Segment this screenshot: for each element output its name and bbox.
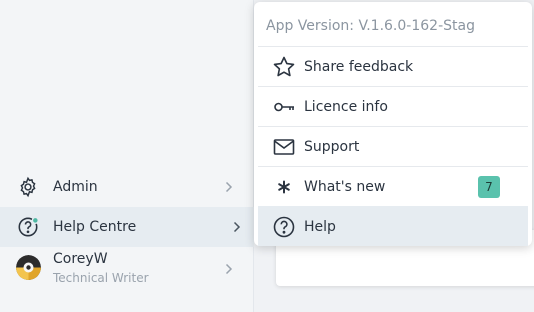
help-circle-icon [17, 216, 39, 238]
avatar [16, 255, 41, 280]
chevron-right-icon [224, 262, 234, 276]
chevron-right-icon [232, 220, 242, 234]
chevron-right-icon [224, 180, 234, 194]
menu-item-share-feedback[interactable]: Share feedback [258, 46, 528, 86]
app-version: App Version: V.1.6.0-162-Stag [266, 18, 475, 34]
sidebar-item-admin[interactable]: Admin [0, 167, 254, 207]
menu-item-whats-new[interactable]: What's new 7 [258, 166, 528, 206]
sidebar-item-help-centre[interactable]: Help Centre [0, 207, 254, 247]
gear-icon [17, 176, 39, 198]
menu-item-label: Licence info [304, 98, 388, 115]
sidebar-item-label: Admin [53, 179, 98, 195]
asterisk-icon [272, 175, 296, 199]
menu-item-help[interactable]: Help [258, 206, 528, 246]
notification-badge: 7 [478, 176, 500, 198]
menu-item-label: Share feedback [304, 58, 414, 75]
menu-item-support[interactable]: Support [258, 126, 528, 166]
sidebar-item-label: Help Centre [53, 219, 137, 235]
star-icon [272, 55, 296, 79]
help-menu: App Version: V.1.6.0-162-Stag Share feed… [254, 2, 532, 246]
menu-item-label: Help [304, 218, 336, 235]
user-role: Technical Writer [53, 271, 149, 285]
menu-item-label: What's new [304, 178, 386, 195]
key-icon [272, 95, 296, 119]
help-circle-icon [272, 215, 296, 239]
menu-item-label: Support [304, 138, 360, 155]
menu-item-licence-info[interactable]: Licence info [258, 86, 528, 126]
envelope-icon [272, 135, 296, 159]
sidebar: Admin Help Centre CoreyW Technical Write… [0, 0, 254, 312]
sidebar-item-user[interactable]: CoreyW Technical Writer [0, 247, 254, 291]
user-name: CoreyW [53, 251, 108, 267]
